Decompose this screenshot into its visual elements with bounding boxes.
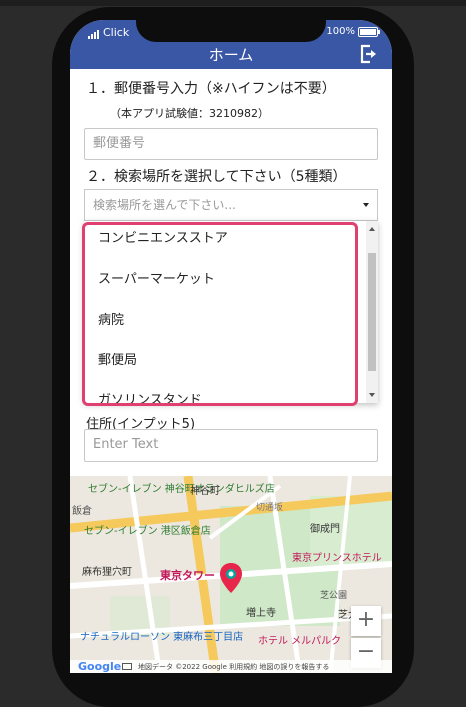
map-label: 飯倉	[72, 506, 92, 517]
address-input[interactable]: Enter Text	[84, 429, 378, 462]
map-label: 切通坂	[256, 503, 284, 513]
postal-code-label: １．郵便番号入力（※ハイフンは不要）	[86, 81, 336, 97]
carrier-name: Click	[103, 26, 130, 39]
app-header: Click 100% ホーム	[70, 20, 392, 69]
search-place-select[interactable]: 検索場所を選んで下さい...	[84, 189, 378, 221]
map-label: 東京プリンスホテル	[292, 553, 382, 564]
signal-icon	[88, 30, 99, 39]
postal-code-input[interactable]: 郵便番号	[84, 128, 378, 160]
page-title: ホーム	[208, 46, 254, 64]
map-label: 東京タワー	[160, 569, 215, 582]
map-label: ホテル メルパルク	[258, 636, 342, 647]
map-attribution[interactable]: 地図データ ©2022 Google 利用規約 地図の誤りを報告する	[138, 662, 329, 672]
scroll-down-icon[interactable]	[369, 393, 375, 397]
dropdown-highlight-box	[82, 222, 358, 406]
location-marker-icon[interactable]	[219, 562, 243, 594]
caret-down-icon	[363, 203, 369, 207]
zoom-in-button[interactable]: +	[351, 606, 381, 636]
search-place-placeholder: 検索場所を選んで下さい...	[93, 198, 236, 212]
phone-notch	[136, 20, 326, 42]
postal-code-hint: （本アプリ試験値：3210982）	[110, 107, 269, 120]
map-label: 麻布狸穴町	[82, 567, 132, 578]
carrier-status: Click	[88, 26, 129, 39]
keyboard-shortcuts-icon[interactable]	[122, 663, 132, 670]
scroll-thumb[interactable]	[368, 253, 376, 371]
map-view[interactable]: セブン-イレブン 神谷町オランダヒルズ店 セブン-イレブン 港区飯倉店 麻布狸穴…	[70, 476, 392, 673]
map-label: 神谷町	[190, 486, 220, 497]
scroll-up-icon[interactable]	[369, 227, 375, 231]
map-label: セブン-イレブン 神谷町オランダヒルズ店	[88, 484, 275, 495]
browser-top-strip	[0, 0, 466, 6]
map-label: セブン-イレブン 港区飯倉店	[84, 526, 211, 537]
battery-status: 100%	[326, 26, 380, 37]
map-label: 増上寺	[246, 608, 276, 619]
map-label: ナチュラルローソン 東麻布三丁目店	[80, 632, 244, 643]
search-place-label: ２．検索場所を選択して下さい（5種類）	[86, 169, 347, 185]
dropdown-scrollbar[interactable]	[366, 221, 378, 403]
map-footer: Google 地図データ ©2022 Google 利用規約 地図の誤りを報告す…	[70, 660, 392, 673]
google-logo: Google	[78, 660, 122, 673]
logout-icon[interactable]	[359, 44, 379, 64]
battery-icon	[358, 26, 380, 37]
map-label: 御成門	[310, 524, 340, 535]
battery-percent: 100%	[326, 26, 355, 37]
map-label: 芝公園	[320, 591, 348, 601]
